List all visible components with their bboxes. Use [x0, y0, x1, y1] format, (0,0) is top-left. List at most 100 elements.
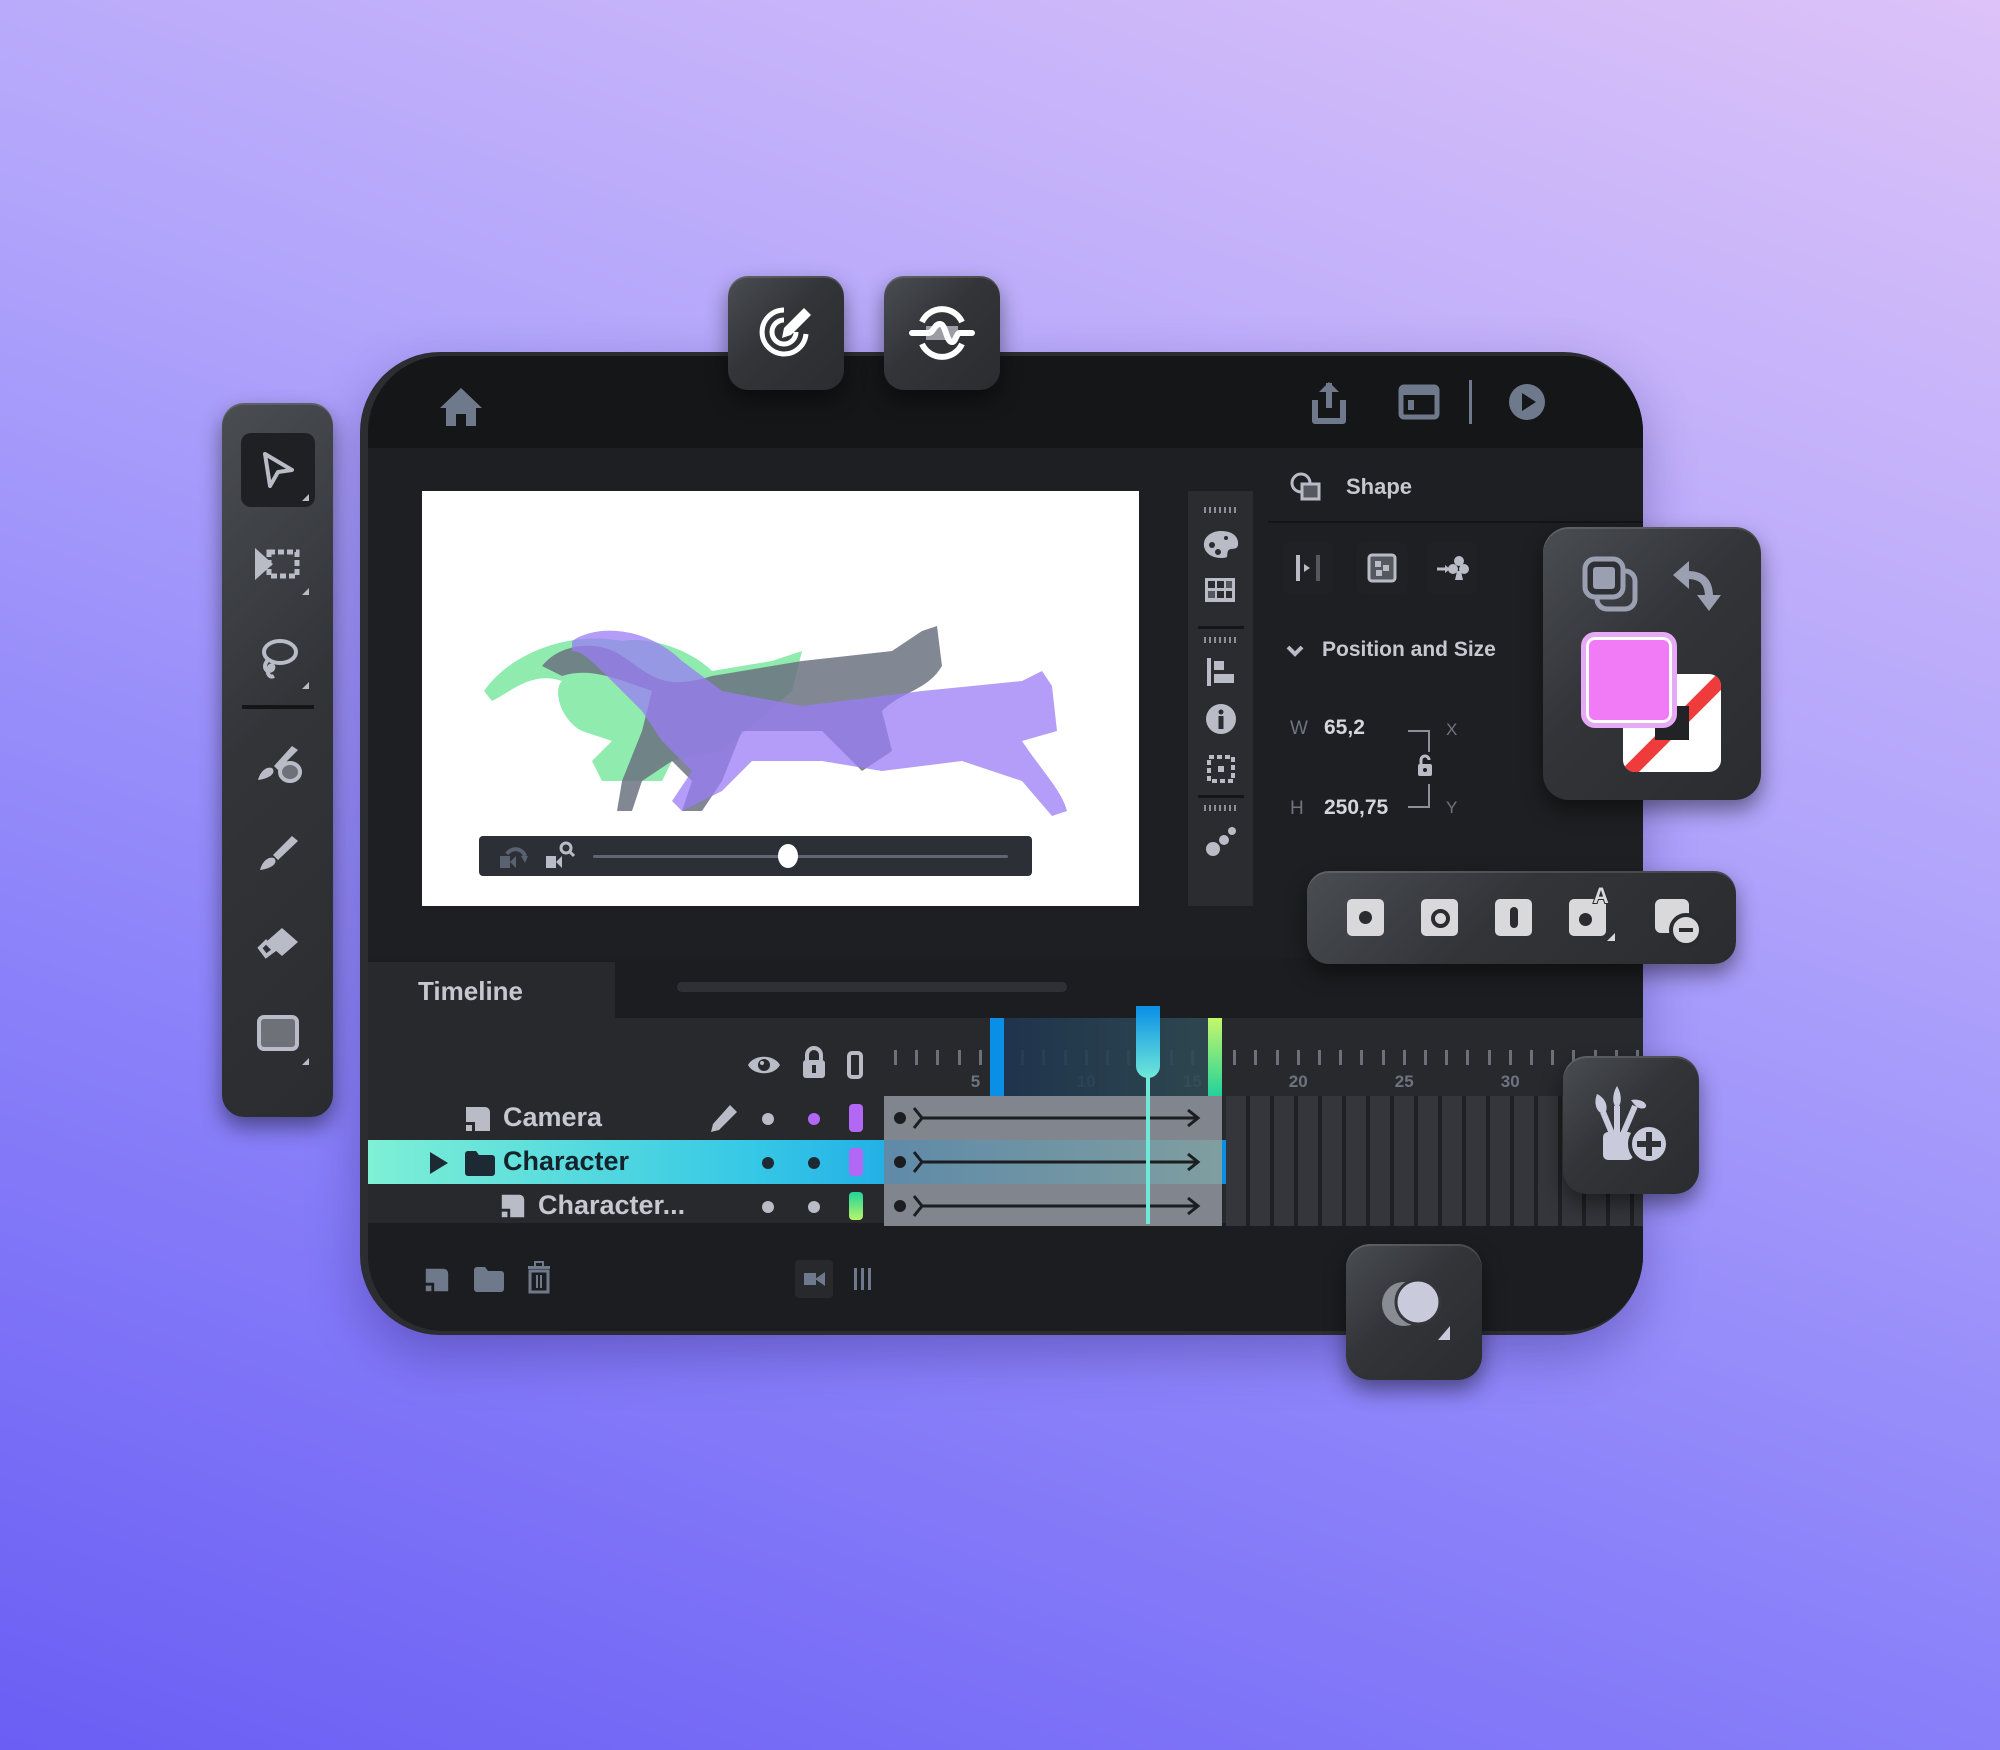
- unlock-icon[interactable]: [1416, 754, 1434, 778]
- top-bar: [368, 356, 1643, 448]
- grip-handle[interactable]: [1204, 507, 1238, 513]
- info-icon[interactable]: [1205, 703, 1237, 735]
- width-value[interactable]: 65,2: [1324, 716, 1365, 740]
- strip-divider: [1198, 795, 1244, 798]
- link-bracket-bottom: [1408, 784, 1430, 808]
- tool-rectangle[interactable]: [241, 997, 315, 1071]
- playback-slider-track[interactable]: [593, 855, 1008, 858]
- auto-keyframe-button[interactable]: A: [1569, 882, 1615, 941]
- brush-pack-add-icon: [1595, 1086, 1670, 1165]
- camera-icon: [804, 1272, 825, 1286]
- frame-bar-icon: [1510, 907, 1518, 928]
- minus-circle-icon: [1669, 913, 1703, 947]
- tool-eraser[interactable]: [241, 907, 315, 981]
- tween-span[interactable]: [884, 1096, 1222, 1140]
- keyframe-dot-icon: [1579, 913, 1592, 926]
- play-icon[interactable]: [1508, 383, 1546, 421]
- add-symbol-icon: [1437, 556, 1469, 580]
- lasso-icon: [262, 639, 298, 679]
- share-icon[interactable]: [1308, 380, 1350, 426]
- timeline-scrollbar[interactable]: [677, 982, 1067, 992]
- flip-horizontal-icon: [1296, 555, 1320, 581]
- grip-handle[interactable]: [1204, 637, 1238, 643]
- tween-span[interactable]: [884, 1184, 1222, 1228]
- x-label: X: [1446, 720, 1458, 739]
- fill-brush-icon: [258, 746, 302, 783]
- width-label: W: [1290, 718, 1308, 739]
- wave-balance-button[interactable]: [884, 276, 1000, 390]
- tween-arrow: [894, 1195, 1201, 1217]
- tools-panel: [222, 403, 333, 1117]
- shape-icon: [1290, 472, 1321, 501]
- keyframe-button[interactable]: [1347, 899, 1384, 936]
- stage-canvas[interactable]: [422, 491, 1139, 906]
- camera-view-button[interactable]: [795, 1260, 833, 1298]
- tool-brush[interactable]: [241, 817, 315, 891]
- wave-balance-icon: [909, 306, 975, 360]
- remove-frame-button[interactable]: [1655, 899, 1703, 947]
- add-brush-button[interactable]: [1563, 1056, 1699, 1194]
- keyframe-dot-icon: [1359, 911, 1372, 924]
- swap-arrow-icon[interactable]: [1669, 557, 1723, 613]
- new-folder-icon[interactable]: [472, 1264, 506, 1294]
- section-title: Position and Size: [1322, 638, 1496, 661]
- panel-tab-strip: [1188, 491, 1253, 906]
- submenu-indicator: [302, 494, 309, 501]
- chevron-down-icon[interactable]: [1286, 644, 1304, 658]
- empty-keyframe-button[interactable]: [1421, 899, 1458, 936]
- brush-icon: [260, 836, 298, 870]
- swatches-grid-icon[interactable]: [1204, 577, 1236, 603]
- height-value[interactable]: 250,75: [1324, 796, 1388, 820]
- timeline-tab[interactable]: Timeline: [368, 962, 615, 1018]
- playhead-line: [1146, 1074, 1151, 1224]
- transform-box-icon[interactable]: [1205, 753, 1237, 785]
- align-left-icon[interactable]: [1206, 657, 1236, 687]
- color-popup: [1543, 527, 1761, 800]
- shape-morph-button[interactable]: [1346, 1244, 1482, 1380]
- blank-frame-button[interactable]: [1495, 899, 1532, 936]
- new-layer-icon[interactable]: [423, 1266, 451, 1294]
- window-icon[interactable]: [1398, 384, 1440, 420]
- camera-reset-icon[interactable]: [499, 842, 529, 870]
- properties-divider: [1268, 521, 1643, 523]
- home-icon[interactable]: [438, 386, 484, 428]
- columns-icon[interactable]: [852, 1266, 874, 1292]
- main-window-body: Shape Position and Size W 65,2 H 250,75: [368, 356, 1643, 1331]
- submenu-indicator: [302, 1058, 309, 1065]
- layer-options-toolbar: A: [1307, 871, 1736, 964]
- pen-target-button[interactable]: [728, 276, 844, 390]
- pen-target-icon: [759, 307, 811, 357]
- add-symbol-button[interactable]: [1426, 542, 1478, 594]
- eraser-icon: [257, 928, 298, 959]
- playback-slider-thumb[interactable]: [778, 844, 799, 868]
- strip-divider: [1198, 626, 1244, 629]
- duplicate-icon[interactable]: [1581, 555, 1639, 613]
- tool-lasso[interactable]: [241, 621, 315, 695]
- particles-icon[interactable]: [1204, 823, 1238, 857]
- playback-bar: [479, 836, 1032, 876]
- tool-select[interactable]: [241, 433, 315, 507]
- trash-icon[interactable]: [526, 1260, 552, 1294]
- flip-horizontal-button[interactable]: [1282, 542, 1334, 594]
- tool-transform[interactable]: [241, 527, 315, 601]
- keyframe-ring-icon: [1431, 909, 1450, 928]
- tween-arrow: [894, 1107, 1201, 1129]
- transform-icon: [255, 548, 300, 580]
- toolbar-divider: [1469, 380, 1472, 424]
- submenu-indicator: [1607, 933, 1615, 941]
- playhead-handle[interactable]: [1136, 1006, 1161, 1078]
- overlapping-circles-icon: [1382, 1278, 1450, 1340]
- fill-swatch[interactable]: [1581, 632, 1677, 728]
- minus-bar: [1679, 928, 1693, 932]
- distribute-button[interactable]: [1356, 542, 1408, 594]
- y-label: Y: [1446, 798, 1458, 817]
- submenu-indicator: [302, 588, 309, 595]
- camera-zoom-icon[interactable]: [545, 840, 575, 870]
- palette-icon[interactable]: [1202, 529, 1240, 559]
- frame-grid[interactable]: [368, 1018, 1643, 1228]
- submenu-indicator: [302, 682, 309, 689]
- grip-handle[interactable]: [1204, 805, 1238, 811]
- tween-span[interactable]: [884, 1140, 1222, 1184]
- auto-letter-icon: A: [1592, 882, 1610, 909]
- tool-paint-bucket-brush[interactable]: [241, 727, 315, 801]
